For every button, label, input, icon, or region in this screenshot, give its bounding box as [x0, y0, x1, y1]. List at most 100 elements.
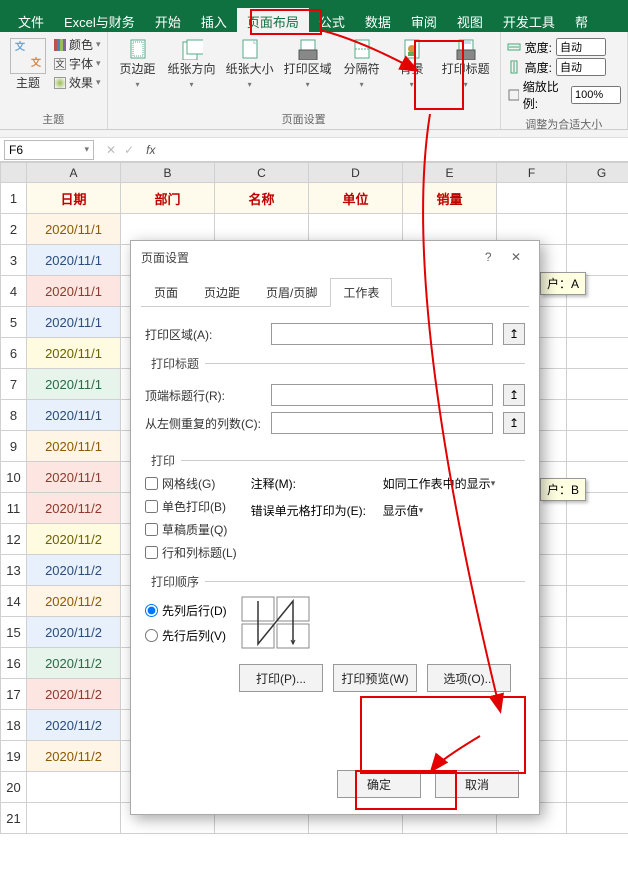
tab-1[interactable]: Excel与财务 [54, 8, 145, 32]
name-box[interactable]: F6▾ [4, 140, 94, 160]
fx-cancel-icon[interactable]: ✕ [106, 143, 116, 157]
col-header-E[interactable]: E [403, 163, 497, 183]
comment-combo[interactable]: 如同工作表中的显示▾ [379, 475, 500, 492]
ps-btn-5[interactable]: 背景▾ [388, 36, 436, 94]
chk-2[interactable]: 草稿质量(Q) [145, 521, 237, 538]
chk-0[interactable]: 网格线(G) [145, 475, 237, 492]
row-header[interactable]: 8 [1, 400, 27, 431]
col-header-D[interactable]: D [309, 163, 403, 183]
row-header[interactable]: 2 [1, 214, 27, 245]
select-all[interactable] [1, 163, 27, 183]
row-header[interactable]: 1 [1, 183, 27, 214]
left-cols-input[interactable] [271, 412, 493, 434]
row-header[interactable]: 18 [1, 710, 27, 741]
col-header-A[interactable]: A [27, 163, 121, 183]
dialog-help-icon[interactable]: ? [477, 250, 500, 264]
left-cols-range-btn[interactable]: ↥ [503, 412, 525, 434]
col-header-C[interactable]: C [215, 163, 309, 183]
tab-5[interactable]: 公式 [309, 8, 355, 32]
top-rows-range-btn[interactable]: ↥ [503, 384, 525, 406]
ps-btn-0[interactable]: 页边距▾ [114, 36, 162, 94]
cancel-button[interactable]: 取消 [435, 770, 519, 798]
row-header[interactable]: 9 [1, 431, 27, 462]
row-header[interactable]: 6 [1, 338, 27, 369]
cell-date[interactable]: 2020/11/2 [27, 679, 121, 710]
theme-fonts[interactable]: 文字体▾ [54, 55, 101, 72]
row-header[interactable]: 14 [1, 586, 27, 617]
row-header[interactable]: 16 [1, 648, 27, 679]
chk-1[interactable]: 单色打印(B) [145, 498, 237, 515]
ps-btn-6[interactable]: 打印标题▾ [438, 36, 494, 94]
row-header[interactable]: 20 [1, 772, 27, 803]
theme-effects[interactable]: 效果▾ [54, 74, 101, 91]
chk-3[interactable]: 行和列标题(L) [145, 544, 237, 561]
options-button[interactable]: 选项(O)... [427, 664, 511, 692]
cell-date[interactable]: 2020/11/2 [27, 617, 121, 648]
row-header[interactable]: 19 [1, 741, 27, 772]
theme-colors[interactable]: 颜色▾ [54, 36, 101, 53]
ps-btn-3[interactable]: 打印区域▾ [280, 36, 336, 94]
tab-6[interactable]: 数据 [355, 8, 401, 32]
row-header[interactable]: 3 [1, 245, 27, 276]
row-header[interactable]: 15 [1, 617, 27, 648]
tab-0[interactable]: 文件 [8, 8, 54, 32]
cell-date[interactable]: 2020/11/2 [27, 493, 121, 524]
radio-col-first[interactable]: 先列后行(D) [145, 602, 227, 619]
cell-date[interactable]: 2020/11/1 [27, 431, 121, 462]
dlg-tab-3[interactable]: 工作表 [330, 278, 392, 307]
cell-date[interactable]: 2020/11/1 [27, 338, 121, 369]
cell-date[interactable]: 2020/11/1 [27, 400, 121, 431]
ps-btn-1[interactable]: 纸张方向▾ [164, 36, 220, 94]
row-header[interactable]: 10 [1, 462, 27, 493]
cell-date[interactable]: 2020/11/1 [27, 307, 121, 338]
row-header[interactable]: 5 [1, 307, 27, 338]
tab-9[interactable]: 开发工具 [493, 8, 565, 32]
ok-button[interactable]: 确定 [337, 770, 421, 798]
print-area-input[interactable] [271, 323, 493, 345]
row-header[interactable]: 11 [1, 493, 27, 524]
cell-date[interactable]: 2020/11/2 [27, 741, 121, 772]
header-cell[interactable]: 名称 [215, 183, 309, 214]
fx-icon[interactable]: fx [142, 143, 155, 157]
col-header-B[interactable]: B [121, 163, 215, 183]
dlg-tab-1[interactable]: 页边距 [191, 278, 253, 307]
cell-date[interactable]: 2020/11/1 [27, 369, 121, 400]
preview-button[interactable]: 打印预览(W) [333, 664, 417, 692]
cell-date[interactable]: 2020/11/2 [27, 710, 121, 741]
tab-2[interactable]: 开始 [145, 8, 191, 32]
row-header[interactable]: 21 [1, 803, 27, 834]
error-combo[interactable]: 显示值▾ [379, 502, 428, 519]
cell-date[interactable]: 2020/11/1 [27, 462, 121, 493]
tab-7[interactable]: 审阅 [401, 8, 447, 32]
header-cell[interactable]: 部门 [121, 183, 215, 214]
cell-date[interactable]: 2020/11/2 [27, 648, 121, 679]
row-header[interactable]: 12 [1, 524, 27, 555]
cell-date[interactable]: 2020/11/2 [27, 586, 121, 617]
cell-date[interactable]: 2020/11/1 [27, 214, 121, 245]
tab-8[interactable]: 视图 [447, 8, 493, 32]
print-button[interactable]: 打印(P)... [239, 664, 323, 692]
row-header[interactable]: 4 [1, 276, 27, 307]
cell-date[interactable]: 2020/11/2 [27, 555, 121, 586]
row-header[interactable]: 13 [1, 555, 27, 586]
cell-date[interactable]: 2020/11/2 [27, 524, 121, 555]
header-cell[interactable]: 销量 [403, 183, 497, 214]
row-header[interactable]: 17 [1, 679, 27, 710]
header-cell[interactable]: 单位 [309, 183, 403, 214]
col-header-F[interactable]: F [497, 163, 567, 183]
tab-10[interactable]: 帮 [565, 8, 598, 32]
radio-row-first[interactable]: 先行后列(V) [145, 627, 227, 644]
cell-date[interactable]: 2020/11/1 [27, 276, 121, 307]
col-header-G[interactable]: G [567, 163, 628, 183]
dlg-tab-0[interactable]: 页面 [141, 278, 191, 307]
cell-date[interactable]: 2020/11/1 [27, 245, 121, 276]
dlg-tab-2[interactable]: 页眉/页脚 [253, 278, 330, 307]
width-combo[interactable] [556, 38, 606, 56]
scale-spinner[interactable] [571, 86, 621, 104]
tab-4[interactable]: 页面布局 [237, 8, 309, 32]
ps-btn-2[interactable]: 纸张大小▾ [222, 36, 278, 94]
print-area-range-btn[interactable]: ↥ [503, 323, 525, 345]
ps-btn-4[interactable]: 分隔符▾ [338, 36, 386, 94]
row-header[interactable]: 7 [1, 369, 27, 400]
fx-confirm-icon[interactable]: ✓ [124, 143, 134, 157]
